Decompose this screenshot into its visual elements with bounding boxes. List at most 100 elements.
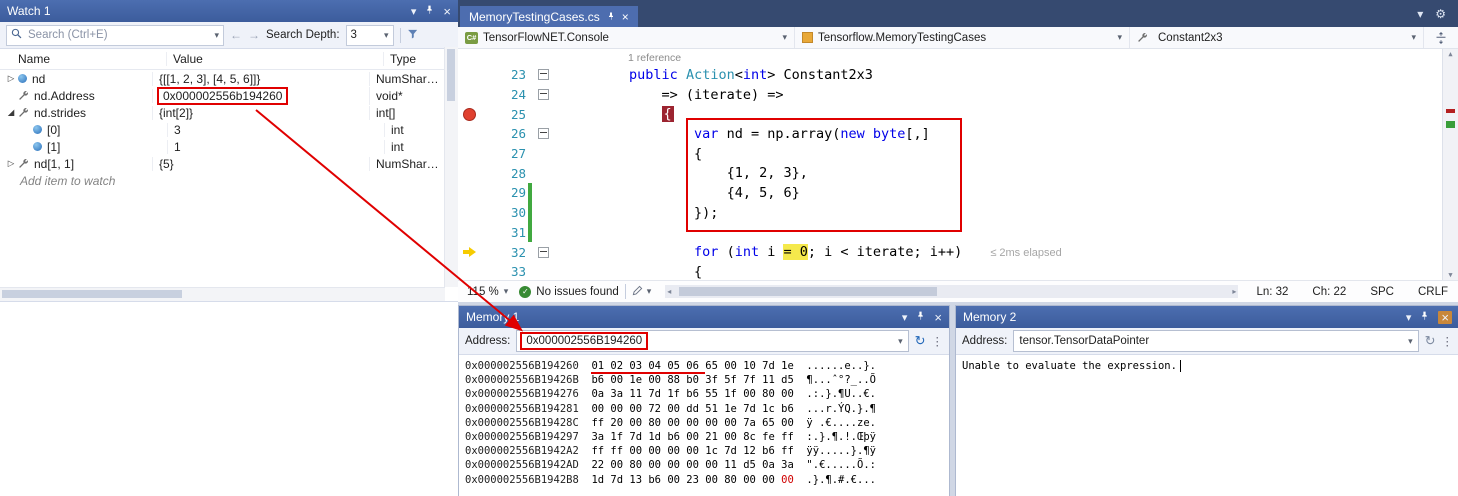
column-header-name[interactable]: Name — [0, 52, 167, 66]
scroll-right-icon[interactable]: ▸ — [1232, 285, 1236, 298]
toolbar-overflow-icon[interactable]: ⋮ — [1442, 334, 1454, 348]
code-line[interactable]: 33 { — [458, 262, 1443, 280]
toolbar-overflow-icon[interactable]: ⋮ — [932, 334, 944, 348]
memory2-address-value[interactable]: tensor.TensorDataPointer — [1019, 335, 1149, 347]
scroll-down-icon[interactable]: ▼ — [1443, 271, 1458, 279]
expander-collapsed-icon[interactable]: ▷ — [4, 158, 18, 169]
memory-byte: 00 — [667, 474, 686, 486]
code-editor[interactable]: 1 reference23 public Action<int> Constan… — [458, 49, 1458, 280]
search-back-icon[interactable]: ← — [230, 28, 242, 42]
code-line[interactable]: 28 {1, 2, 3}, — [458, 163, 1443, 183]
refresh-icon[interactable]: ↻ — [1425, 333, 1436, 349]
code-line[interactable]: 27 { — [458, 144, 1443, 164]
memory-byte: 00 — [629, 445, 648, 457]
watch-title-bar[interactable]: Watch 1 ▾ × — [0, 0, 458, 22]
code-text: { — [552, 106, 674, 122]
editor-vertical-scrollbar[interactable]: ▲ ▼ — [1442, 49, 1458, 280]
watch-row[interactable]: ▷nd{[[1, 2, 3], [4, 5, 6]]}NumShar… — [0, 70, 458, 87]
memory2-address-combo[interactable]: tensor.TensorDataPointer ▾ — [1013, 330, 1418, 352]
tab-close-icon[interactable]: × — [622, 10, 629, 24]
gear-icon[interactable]: ⚙ — [1435, 7, 1446, 21]
memory1-title-bar[interactable]: Memory 1 ▾ × — [459, 306, 949, 328]
code-line[interactable]: 31 — [458, 223, 1443, 243]
watch-row[interactable]: [1]1int — [0, 138, 458, 155]
close-icon[interactable]: × — [1438, 311, 1452, 324]
outlining-margin[interactable] — [534, 89, 552, 100]
memory1-address-combo[interactable]: 0x000002556B194260 ▾ — [516, 330, 908, 352]
watch-vertical-scrollbar[interactable] — [444, 47, 458, 287]
close-icon[interactable]: × — [443, 5, 451, 18]
scroll-left-icon[interactable]: ◂ — [667, 285, 671, 298]
collapse-icon[interactable] — [538, 89, 549, 100]
member-dropdown[interactable]: Constant2x3 ▾ — [1130, 27, 1424, 48]
memory-byte: 51 — [705, 403, 724, 415]
outlining-margin[interactable] — [534, 69, 552, 80]
dropdown-icon[interactable]: ▾ — [1408, 336, 1413, 347]
watch-row[interactable]: ▷nd[1, 1]{5}NumShar… — [0, 155, 458, 172]
status-spaces[interactable]: SPC — [1370, 286, 1394, 298]
close-icon[interactable]: × — [934, 311, 942, 324]
outlining-margin[interactable] — [534, 247, 552, 258]
status-line-endings[interactable]: CRLF — [1418, 286, 1448, 298]
watch-row[interactable]: nd.Address0x000002556b194260void* — [0, 87, 458, 104]
scrollbar-thumb[interactable] — [679, 287, 937, 296]
watch-add-row[interactable]: Add item to watch — [0, 172, 458, 189]
memory-byte: ff — [781, 431, 794, 443]
dropdown-icon[interactable]: ▾ — [898, 336, 903, 347]
expander-collapsed-icon[interactable]: ▷ — [4, 73, 18, 84]
watch-horizontal-scrollbar[interactable] — [0, 287, 445, 301]
type-dropdown[interactable]: Tensorflow.MemoryTestingCases ▾ — [795, 27, 1130, 48]
breakpoint-gutter[interactable] — [458, 108, 480, 121]
memory-byte: 0a — [762, 459, 781, 471]
collapse-icon[interactable] — [538, 69, 549, 80]
collapse-icon[interactable] — [538, 128, 549, 139]
watch-row[interactable]: ◢nd.strides{int[2]}int[] — [0, 104, 458, 121]
watch-value: {5} — [159, 157, 174, 171]
editor-horizontal-scrollbar[interactable]: ◂ ▸ — [665, 285, 1238, 298]
tab-memorytestingcases[interactable]: MemoryTestingCases.cs × — [460, 6, 638, 27]
zoom-control[interactable]: 115 % ▾ — [462, 286, 513, 298]
pin-icon[interactable] — [607, 10, 615, 24]
code-cleanup-button[interactable]: ▾ — [632, 285, 652, 299]
filter-icon[interactable] — [407, 28, 419, 43]
code-line[interactable]: 25 { — [458, 104, 1443, 124]
window-menu-icon[interactable]: ▾ — [1406, 311, 1412, 324]
project-dropdown[interactable]: C# TensorFlowNET.Console ▾ — [458, 27, 795, 48]
search-forward-icon[interactable]: → — [248, 28, 260, 42]
split-view-icon[interactable] — [1424, 32, 1458, 44]
refresh-icon[interactable]: ↻ — [915, 333, 926, 349]
code-line[interactable]: 24 => (iterate) => — [458, 85, 1443, 105]
scroll-up-icon[interactable]: ▲ — [1443, 50, 1458, 58]
breakpoint-gutter[interactable] — [458, 247, 480, 257]
pin-icon[interactable] — [916, 310, 925, 324]
window-menu-icon[interactable]: ▾ — [411, 5, 417, 18]
expander-expanded-icon[interactable]: ◢ — [4, 107, 18, 118]
memory1-hex-dump[interactable]: 0x000002556B194260 01 02 03 04 05 06 65 … — [459, 355, 949, 496]
search-depth-combo[interactable]: 3 ▾ — [346, 25, 394, 46]
scrollbar-thumb[interactable] — [2, 290, 182, 298]
code-line[interactable]: 23 public Action<int> Constant2x3 — [458, 65, 1443, 85]
watch-name: [1] — [47, 140, 60, 154]
tab-list-icon[interactable]: ▾ — [1417, 7, 1423, 21]
search-dropdown-icon[interactable]: ▾ — [214, 30, 219, 41]
code-line[interactable]: 26 var nd = np.array(new byte[,] — [458, 124, 1443, 144]
code-line[interactable]: 32 for (int i = 0; i < iterate; i++)≤ 2m… — [458, 242, 1443, 262]
pin-icon[interactable] — [1420, 310, 1429, 324]
memory2-title-bar[interactable]: Memory 2 ▾ × — [956, 306, 1458, 328]
column-header-value[interactable]: Value — [167, 52, 384, 66]
pin-icon[interactable] — [425, 4, 434, 18]
memory2-body[interactable]: Unable to evaluate the expression. — [956, 355, 1458, 496]
code-line[interactable]: 29 {4, 5, 6} — [458, 183, 1443, 203]
memory-byte: b0 — [686, 374, 705, 386]
outlining-margin[interactable] — [534, 128, 552, 139]
window-menu-icon[interactable]: ▾ — [902, 311, 908, 324]
memory1-address-value[interactable]: 0x000002556B194260 — [520, 332, 648, 350]
issues-indicator[interactable]: ✓ No issues found — [519, 286, 618, 298]
collapse-icon[interactable] — [538, 247, 549, 258]
watch-search-input[interactable] — [26, 28, 210, 42]
scrollbar-thumb[interactable] — [447, 49, 455, 101]
code-line[interactable]: 30 }); — [458, 203, 1443, 223]
watch-row[interactable]: [0]3int — [0, 121, 458, 138]
watch-search-box[interactable]: ▾ — [6, 25, 224, 46]
breakpoint-dot-icon[interactable] — [463, 108, 476, 121]
